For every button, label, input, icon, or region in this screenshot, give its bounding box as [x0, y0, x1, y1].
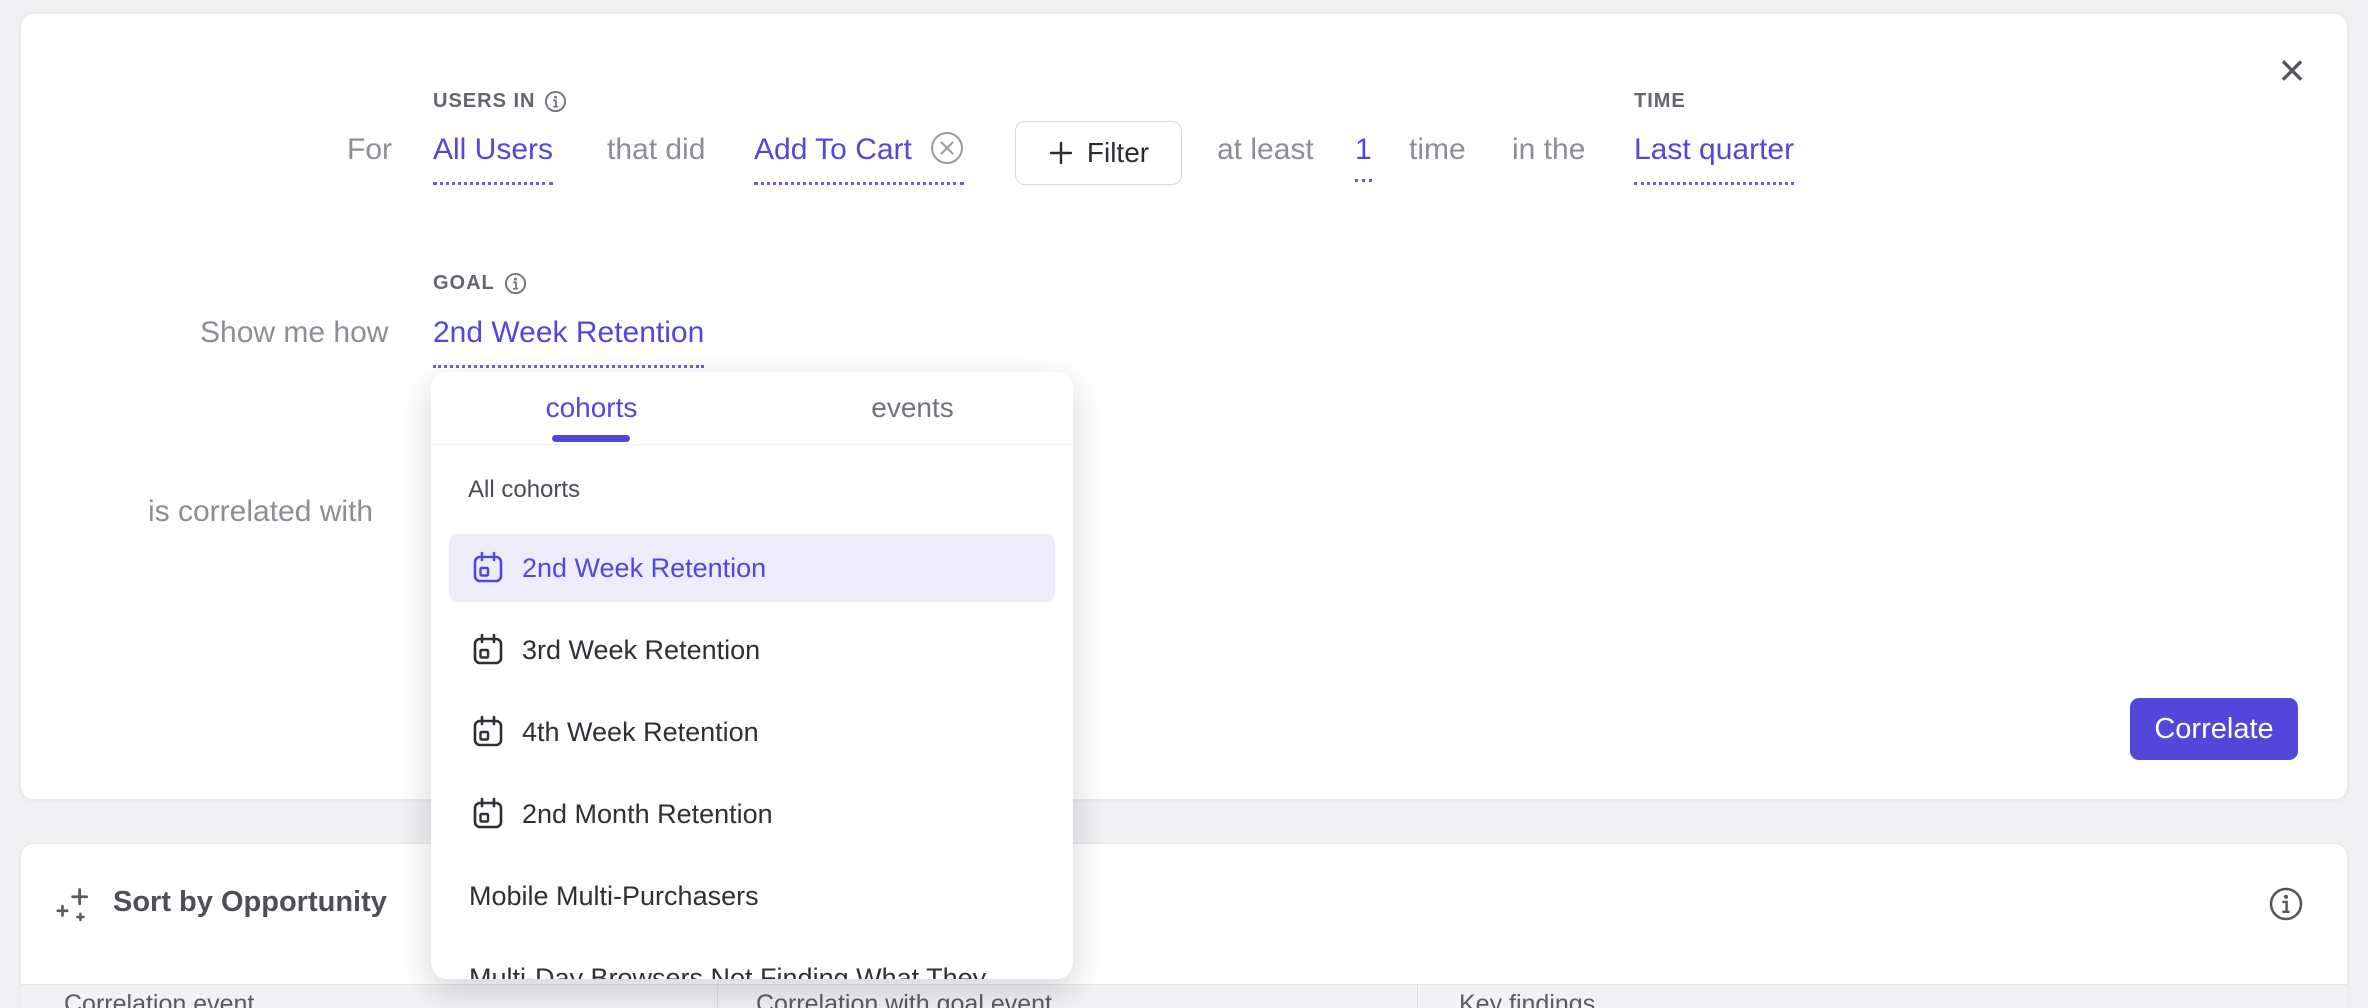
sentence-word-in-the: in the: [1512, 131, 1585, 169]
correlation-builder-page: × For USERS IN All Users that did Add To…: [0, 0, 2368, 1008]
list-item-cohort[interactable]: 2nd Week Retention: [449, 534, 1055, 602]
remove-event-icon[interactable]: [930, 131, 964, 165]
goal-picker-dropdown: cohorts events All cohorts 2nd Week Rete…: [431, 372, 1073, 979]
sentence-word-is-correlated-with: is correlated with: [148, 493, 373, 531]
users-in-label: USERS IN: [433, 90, 567, 113]
close-icon: ×: [2279, 47, 2306, 93]
column-header-correlation-event: Correlation event: [64, 990, 254, 1008]
sentence-word-show-me-how: Show me how: [200, 314, 388, 352]
dropdown-tab-bar: cohorts events: [431, 372, 1073, 445]
results-info-button[interactable]: [2268, 886, 2304, 922]
info-icon: [504, 272, 527, 295]
list-item-cohort[interactable]: 2nd Month Retention: [449, 780, 1055, 848]
sentence-word-time: time: [1409, 131, 1466, 169]
event-selector[interactable]: Add To Cart: [754, 131, 964, 185]
list-item-cohort[interactable]: 4th Week Retention: [449, 698, 1055, 766]
sparkle-plus-icon: [50, 878, 98, 926]
sentence-word-that-did: that did: [607, 131, 705, 169]
dropdown-list: All cohorts 2nd Week Retention 3rd Week …: [431, 445, 1073, 979]
column-header-correlation-with-goal-event: Correlation with goal event: [756, 990, 1052, 1008]
list-item-cohort[interactable]: Multi-Day Browsers Not Finding What They: [449, 944, 1055, 979]
time-label: TIME: [1634, 90, 1686, 113]
event-selector-label: Add To Cart: [754, 133, 912, 166]
column-divider: [717, 985, 718, 1008]
count-selector[interactable]: 1: [1355, 131, 1372, 182]
column-header-key-findings: Key findings: [1459, 990, 1595, 1008]
sort-by-opportunity-button[interactable]: Sort by Opportunity: [50, 878, 387, 926]
correlate-button[interactable]: Correlate: [2130, 698, 2298, 760]
calendar-icon: [469, 795, 507, 833]
time-range-selector[interactable]: Last quarter: [1634, 131, 1794, 185]
column-divider: [1417, 985, 1418, 1008]
calendar-icon: [469, 713, 507, 751]
results-table-header: Correlation event Correlation with goal …: [21, 984, 2347, 1008]
filter-button-label: Filter: [1087, 137, 1149, 169]
calendar-icon: [469, 631, 507, 669]
plus-icon: [1048, 140, 1074, 166]
cohort-section-label: All cohorts: [468, 476, 1073, 504]
tab-cohorts[interactable]: cohorts: [431, 372, 752, 444]
sentence-word-for: For: [347, 131, 392, 169]
info-icon: [2268, 886, 2304, 922]
sentence-word-at-least: at least: [1217, 131, 1314, 169]
list-item-cohort[interactable]: Mobile Multi-Purchasers: [449, 862, 1055, 930]
calendar-icon: [469, 549, 507, 587]
goal-label: GOAL: [433, 272, 527, 295]
add-filter-button[interactable]: Filter: [1015, 121, 1182, 185]
list-item-cohort[interactable]: 3rd Week Retention: [449, 616, 1055, 684]
sort-button-label: Sort by Opportunity: [113, 886, 387, 919]
close-button[interactable]: ×: [2262, 40, 2322, 100]
active-tab-indicator: [552, 435, 630, 442]
goal-selector[interactable]: 2nd Week Retention: [433, 314, 704, 368]
info-icon: [544, 90, 567, 113]
users-selector[interactable]: All Users: [433, 131, 553, 185]
tab-events[interactable]: events: [752, 372, 1073, 444]
